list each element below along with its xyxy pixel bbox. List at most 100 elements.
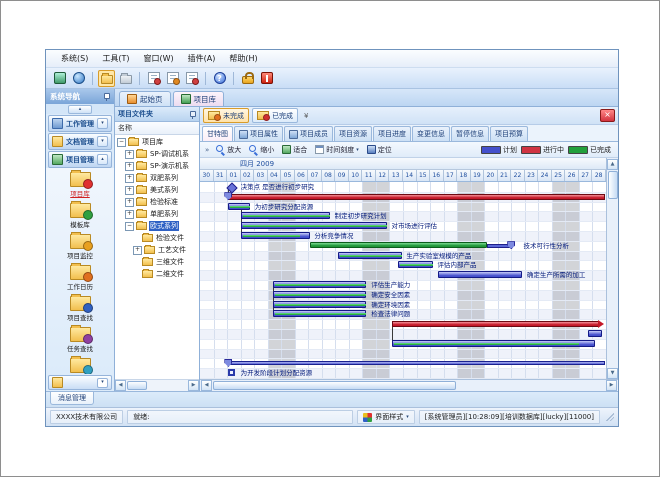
tool-4[interactable]: 定位 bbox=[364, 144, 395, 156]
day-11[interactable]: 11 bbox=[362, 170, 376, 181]
report-button[interactable] bbox=[145, 70, 162, 87]
tool-3[interactable]: 时间刻度▾ bbox=[312, 144, 362, 156]
tool-2[interactable]: 适合 bbox=[279, 144, 310, 156]
tree-node-2[interactable]: +SP-演示机系 bbox=[115, 160, 199, 172]
report-edit-button[interactable] bbox=[164, 70, 181, 87]
gantt-tab-2[interactable]: 项目成员 bbox=[284, 126, 333, 141]
doc-tab-1[interactable]: 项目库 bbox=[173, 91, 225, 106]
gantt-horizontal-scrollbar[interactable]: ◀ ▶ bbox=[200, 379, 618, 391]
day-03[interactable]: 03 bbox=[254, 170, 268, 181]
day-04[interactable]: 04 bbox=[268, 170, 282, 181]
day-26[interactable]: 26 bbox=[565, 170, 579, 181]
tree-column-header[interactable]: 名称 bbox=[115, 122, 199, 135]
scroll-right-icon[interactable]: ▶ bbox=[188, 380, 199, 391]
pin-icon[interactable] bbox=[187, 110, 196, 119]
menu-item-0[interactable]: 系统(S) bbox=[54, 53, 95, 64]
tree-node-7[interactable]: −欧式系列 bbox=[115, 220, 199, 232]
gantt-vertical-scrollbar[interactable]: ▲ ▼ bbox=[606, 158, 618, 379]
scroll-up-icon[interactable]: ▲ bbox=[607, 159, 618, 170]
filter-0[interactable]: 未完成 bbox=[203, 108, 249, 123]
ui-style-button[interactable]: 界面样式 ▾ bbox=[357, 410, 415, 424]
chevron-down-icon[interactable]: ▾ bbox=[97, 378, 108, 388]
tool-0[interactable]: 放大 bbox=[213, 144, 244, 156]
expand-toggle-icon[interactable]: + bbox=[125, 198, 134, 207]
day-13[interactable]: 13 bbox=[389, 170, 403, 181]
tree-node-11[interactable]: 二维文件 bbox=[115, 268, 199, 280]
sidebar-panel-1[interactable]: 文档管理▾ bbox=[48, 133, 112, 150]
expand-toggle-icon[interactable]: − bbox=[117, 138, 126, 147]
sidebar-item-3[interactable]: 工作日历 bbox=[67, 265, 93, 291]
expand-toggle-icon[interactable]: − bbox=[125, 222, 134, 231]
expand-toggle-icon[interactable]: + bbox=[125, 174, 134, 183]
day-06[interactable]: 06 bbox=[295, 170, 309, 181]
menu-item-3[interactable]: 插件(A) bbox=[181, 53, 223, 64]
sidebar-item-0[interactable]: 项目库 bbox=[70, 172, 91, 198]
expand-toggle-icon[interactable]: + bbox=[125, 210, 134, 219]
sidebar-item-1[interactable]: 模板库 bbox=[70, 203, 91, 229]
tree-node-4[interactable]: +美式系列 bbox=[115, 184, 199, 196]
filter-extra-symbol[interactable]: ¥ bbox=[301, 112, 311, 120]
sidebar-item-5[interactable]: 任务查找 bbox=[67, 327, 93, 353]
help-button[interactable] bbox=[211, 70, 228, 87]
pin-icon[interactable] bbox=[101, 92, 110, 101]
day-01[interactable]: 01 bbox=[227, 170, 241, 181]
day-12[interactable]: 12 bbox=[376, 170, 390, 181]
day-07[interactable]: 07 bbox=[308, 170, 322, 181]
day-22[interactable]: 22 bbox=[511, 170, 525, 181]
day-05[interactable]: 05 bbox=[281, 170, 295, 181]
day-17[interactable]: 17 bbox=[444, 170, 458, 181]
chevron-icon[interactable]: ▾ bbox=[97, 136, 108, 147]
expand-toggle-icon[interactable]: + bbox=[125, 186, 134, 195]
scroll-down-icon[interactable]: ▼ bbox=[607, 368, 618, 379]
tree-horizontal-scrollbar[interactable]: ◀ ▶ bbox=[115, 379, 199, 391]
gantt-tab-0[interactable]: 甘特图 bbox=[202, 126, 233, 141]
tree-node-8[interactable]: 检验文件 bbox=[115, 232, 199, 244]
day-16[interactable]: 16 bbox=[430, 170, 444, 181]
scroll-left-icon[interactable]: ◀ bbox=[201, 380, 212, 391]
tree-node-1[interactable]: +SP-调试机系 bbox=[115, 148, 199, 160]
day-20[interactable]: 20 bbox=[484, 170, 498, 181]
day-24[interactable]: 24 bbox=[538, 170, 552, 181]
day-31[interactable]: 31 bbox=[214, 170, 228, 181]
toolbar-overflow-icon[interactable]: » bbox=[203, 146, 211, 154]
folder-open-button[interactable] bbox=[98, 70, 115, 87]
gantt-tab-7[interactable]: 项目预算 bbox=[490, 126, 528, 141]
sidebar-panel-0[interactable]: 工作管理▾ bbox=[48, 115, 112, 132]
day-08[interactable]: 08 bbox=[322, 170, 336, 181]
sidebar-item-6[interactable]: 项目文档查找 bbox=[61, 358, 100, 374]
day-15[interactable]: 15 bbox=[417, 170, 431, 181]
day-21[interactable]: 21 bbox=[498, 170, 512, 181]
tree-node-10[interactable]: 三维文件 bbox=[115, 256, 199, 268]
chevron-icon[interactable]: ▾ bbox=[97, 118, 108, 129]
scroll-thumb[interactable] bbox=[127, 381, 147, 390]
doc-tab-0[interactable]: 起始页 bbox=[119, 91, 171, 106]
chevron-icon[interactable]: ▴ bbox=[97, 154, 108, 165]
exit-button[interactable] bbox=[258, 70, 275, 87]
sidebar-panel-2[interactable]: 项目管理▴ bbox=[48, 151, 112, 168]
gantt-tab-6[interactable]: 暂停信息 bbox=[451, 126, 489, 141]
scroll-left-icon[interactable]: ◀ bbox=[115, 380, 126, 391]
gantt-chart[interactable]: 决策点 是否进行初步研究为初步研究分配资源制定初步研究计划对市场进行评估分析竞争… bbox=[200, 182, 606, 379]
day-23[interactable]: 23 bbox=[525, 170, 539, 181]
tree-node-0[interactable]: −项目库 bbox=[115, 136, 199, 148]
folder-closed-button[interactable] bbox=[117, 70, 134, 87]
day-10[interactable]: 10 bbox=[349, 170, 363, 181]
day-19[interactable]: 19 bbox=[471, 170, 485, 181]
report-delete-button[interactable] bbox=[183, 70, 200, 87]
filter-1[interactable]: 已完成 bbox=[252, 108, 298, 123]
lock-button[interactable] bbox=[239, 70, 256, 87]
expand-toggle-icon[interactable]: + bbox=[133, 246, 142, 255]
sidebar-item-4[interactable]: 项目查找 bbox=[67, 296, 93, 322]
day-27[interactable]: 27 bbox=[579, 170, 593, 181]
tree-node-5[interactable]: +检验标准 bbox=[115, 196, 199, 208]
resize-grip[interactable] bbox=[606, 413, 614, 421]
scroll-thumb[interactable] bbox=[213, 381, 456, 390]
sidebar-item-2[interactable]: 项目监控 bbox=[67, 234, 93, 260]
tab-message-management[interactable]: 消息管理 bbox=[50, 392, 94, 405]
close-icon[interactable]: × bbox=[600, 109, 615, 122]
sidebar-collapse-button[interactable]: ▴ bbox=[68, 105, 92, 114]
day-02[interactable]: 02 bbox=[241, 170, 255, 181]
day-30[interactable]: 30 bbox=[200, 170, 214, 181]
gantt-tab-1[interactable]: 项目属性 bbox=[234, 126, 283, 141]
gantt-tab-3[interactable]: 项目资源 bbox=[334, 126, 372, 141]
